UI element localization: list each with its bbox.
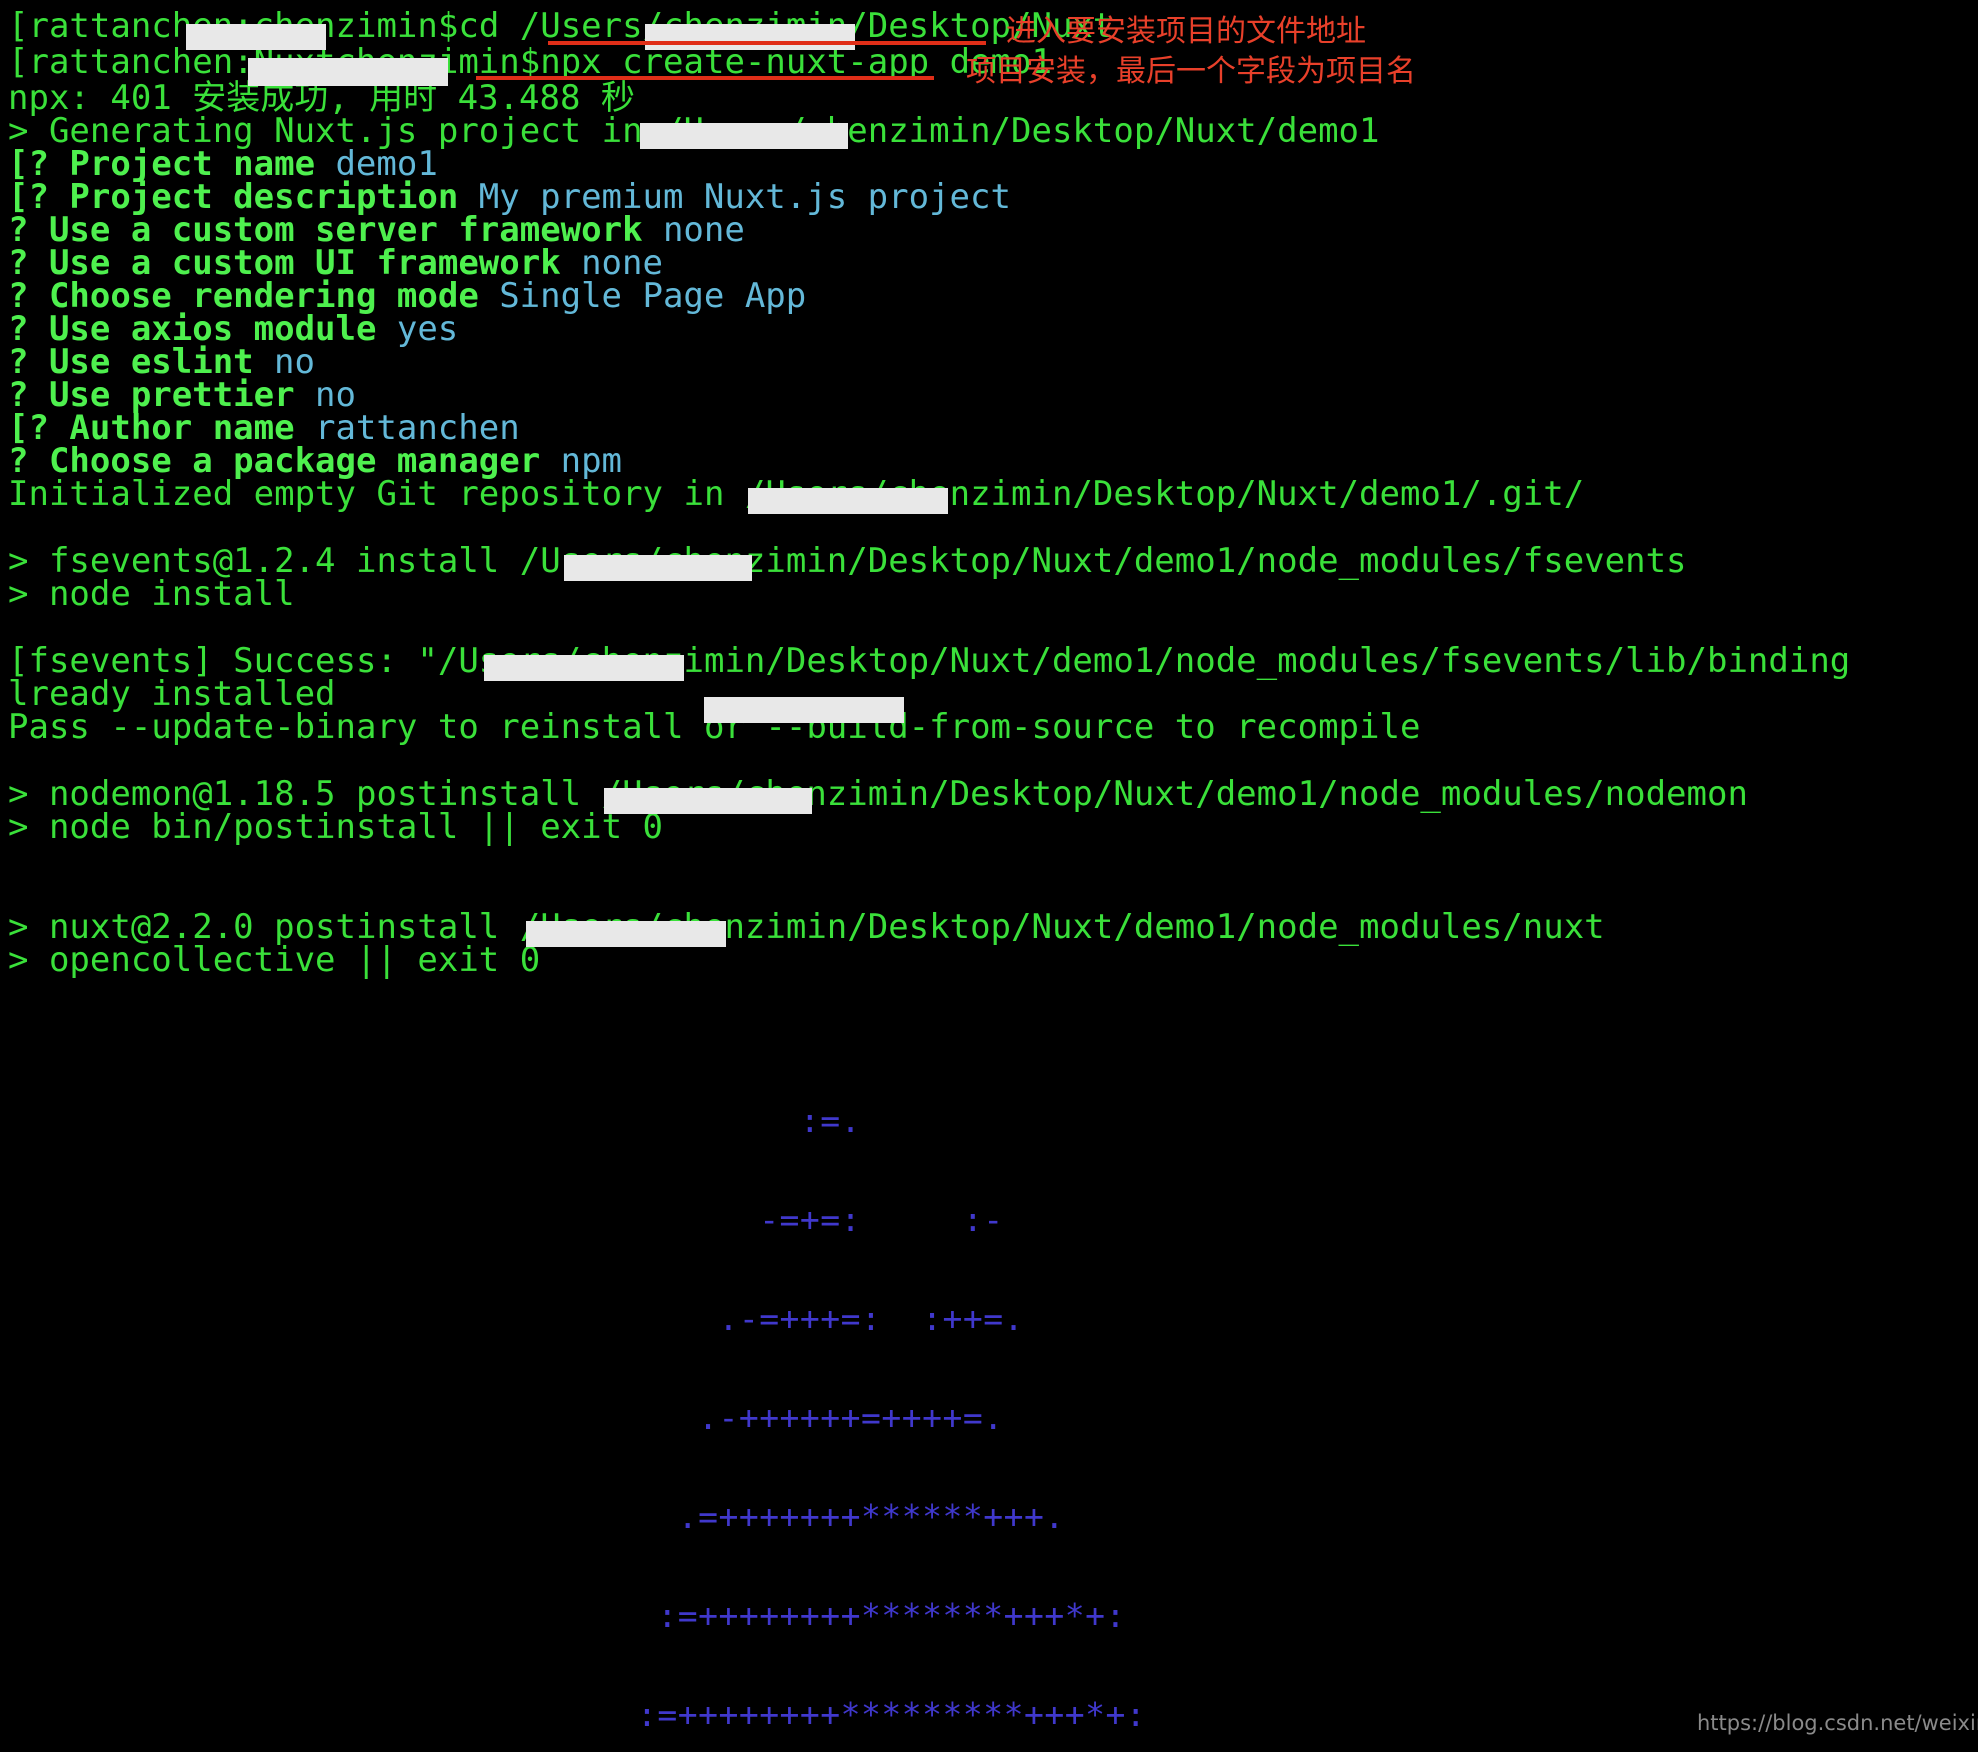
- answer-rendering-mode: Single Page App: [499, 276, 807, 316]
- ascii-art-row: :=++++++++*******+++*+:: [250, 1596, 1126, 1635]
- terminal-window[interactable]: [rattanchen:chenzimin$cd /Users/chenzimi…: [0, 0, 1978, 1752]
- ascii-art-row: .-++++++=++++=.: [250, 1398, 1004, 1437]
- redaction-bar-git-init: [748, 488, 948, 514]
- redaction-bar-prompt-1: [186, 24, 326, 50]
- redaction-bar-generating: [640, 123, 848, 149]
- watermark-url: https://blog.csdn.net/weixin_38633659: [1697, 1711, 1978, 1735]
- ascii-art-row: :=++++++++*********+++*+:: [250, 1695, 1147, 1734]
- answer-server-framework: none: [662, 210, 745, 250]
- redaction-bar-path-1: [645, 24, 855, 50]
- terminal-line-node-bin-postinstall: > node bin/postinstall || exit 0: [8, 807, 664, 847]
- redaction-bar-nodemon: [604, 788, 812, 814]
- redaction-bar-fsevents-install: [564, 555, 752, 581]
- annotation-cd-label: 进入要安装项目的文件地址: [1006, 14, 1366, 49]
- redaction-bar-prompt-2: [248, 58, 448, 86]
- terminal-line-node-install: > node install: [8, 574, 295, 614]
- redaction-bar-pass-line: [704, 697, 904, 723]
- answer-axios: yes: [396, 309, 459, 349]
- underline-npx-command: [476, 76, 934, 80]
- ascii-art-row: .=+++++++******+++.: [250, 1497, 1065, 1536]
- annotation-npx-label: 项目安装，最后一个字段为项目名: [966, 54, 1416, 89]
- ascii-art-nuxt-logo: :=. -=+=: :- .-=+++=: :++=. .-++++++=+++…: [250, 1038, 1207, 1752]
- underline-cd-command: [548, 41, 986, 45]
- redaction-bar-nuxt: [526, 921, 726, 947]
- redaction-bar-fsevents-success: [484, 655, 684, 681]
- ascii-art-row: :=.: [250, 1101, 862, 1140]
- ascii-art-row: -=+=: :-: [250, 1200, 1004, 1239]
- terminal-line-opencollective: > opencollective || exit 0: [8, 940, 541, 980]
- ascii-art-row: .-=+++=: :++=.: [250, 1299, 1024, 1338]
